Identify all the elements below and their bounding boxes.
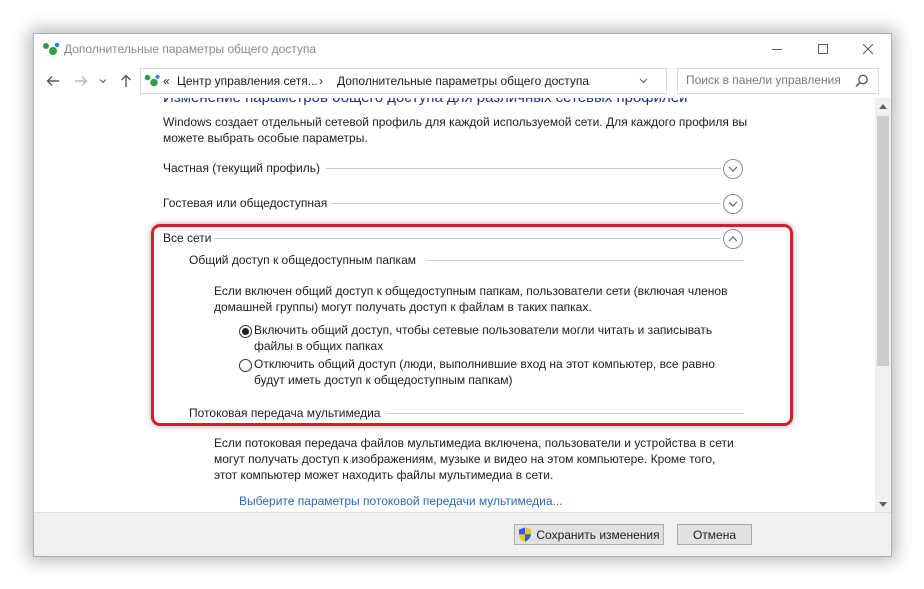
profile-all-networks-label[interactable]: Все сети xyxy=(163,231,212,245)
search-icon[interactable] xyxy=(854,73,870,89)
expand-private-button[interactable] xyxy=(723,159,743,179)
breadcrumb-network-center[interactable]: Центр управления сетя... xyxy=(177,74,318,88)
option-disable-sharing-line1[interactable]: Отключить общий доступ (люди, выполнивши… xyxy=(254,357,715,371)
breadcrumb-current[interactable]: Дополнительные параметры общего доступа xyxy=(337,74,589,88)
public-folder-sharing-title: Общий доступ к общедоступным папкам xyxy=(189,253,416,267)
action-bar: Сохранить изменения Отмена xyxy=(34,512,891,556)
uac-shield-icon xyxy=(519,527,532,542)
chevron-down-icon xyxy=(639,78,647,84)
media-streaming-desc-line2: могут получать доступ к изображениям, му… xyxy=(214,452,716,466)
arrow-left-icon xyxy=(46,76,59,86)
scroll-up-button[interactable] xyxy=(875,98,891,114)
control-panel-window: Дополнительные параметры общего доступа xyxy=(33,33,892,557)
network-icon xyxy=(43,42,60,55)
option-disable-sharing-line2[interactable]: будут иметь доступ к общедоступным папка… xyxy=(254,373,513,387)
minimize-icon xyxy=(772,49,782,50)
maximize-icon xyxy=(818,44,828,54)
recent-locations-button[interactable] xyxy=(96,70,110,92)
close-button[interactable] xyxy=(845,34,891,64)
separator xyxy=(426,260,744,261)
profile-guest-label[interactable]: Гостевая или общедоступная xyxy=(163,196,327,210)
media-streaming-options-link[interactable]: Выберите параметры потоковой передачи му… xyxy=(239,494,563,508)
intro-text-line2: можете выбрать особые параметры. xyxy=(163,131,368,145)
collapse-all-networks-button[interactable] xyxy=(723,229,743,249)
navigation-bar: « Центр управления сетя... › Дополнитель… xyxy=(34,64,891,98)
cancel-button[interactable]: Отмена xyxy=(677,524,752,545)
search-box[interactable] xyxy=(677,68,879,94)
save-changes-label: Сохранить изменения xyxy=(536,527,660,542)
public-folder-desc-line1: Если включен общий доступ к общедоступны… xyxy=(214,284,728,298)
chevron-down-icon xyxy=(728,166,738,172)
option-enable-sharing-line1[interactable]: Включить общий доступ, чтобы сетевые пол… xyxy=(254,323,712,337)
separator xyxy=(326,168,721,169)
maximize-button[interactable] xyxy=(800,34,846,64)
media-streaming-title: Потоковая передача мультимедиа xyxy=(189,406,381,420)
save-changes-button[interactable]: Сохранить изменения xyxy=(514,524,664,545)
radio-disable-sharing[interactable] xyxy=(239,359,252,372)
search-input[interactable] xyxy=(678,69,854,91)
vertical-scrollbar[interactable] xyxy=(875,98,891,512)
caret-up-icon xyxy=(879,103,887,109)
expand-guest-button[interactable] xyxy=(723,194,743,214)
content-pane: Изменение параметров общего доступа для … xyxy=(34,98,875,512)
media-streaming-desc-line1: Если потоковая передача файлов мультимед… xyxy=(214,436,734,450)
back-button[interactable] xyxy=(42,70,64,92)
arrow-up-icon xyxy=(121,74,131,87)
radio-enable-sharing[interactable] xyxy=(239,325,252,338)
separator xyxy=(331,203,721,204)
profile-private-label[interactable]: Частная (текущий профиль) xyxy=(163,161,320,175)
option-enable-sharing-line2[interactable]: файлы в общих папках xyxy=(254,339,383,353)
intro-text-line1: Windows создает отдельный сетевой профил… xyxy=(163,115,748,129)
breadcrumb-overflow[interactable]: « xyxy=(163,74,170,88)
chevron-down-icon xyxy=(728,201,738,207)
media-streaming-desc-line3: этот компьютер может находить файлы муль… xyxy=(214,468,554,482)
chevron-up-icon xyxy=(728,236,738,242)
caret-down-icon xyxy=(879,501,887,507)
chevron-down-icon xyxy=(99,79,107,84)
title-bar: Дополнительные параметры общего доступа xyxy=(34,34,891,64)
scroll-down-button[interactable] xyxy=(875,496,891,512)
address-bar[interactable]: « Центр управления сетя... › Дополнитель… xyxy=(140,68,768,94)
separator xyxy=(214,238,721,239)
breadcrumb-separator[interactable]: › xyxy=(319,74,323,88)
network-icon xyxy=(144,74,160,87)
arrow-right-icon xyxy=(75,76,88,86)
public-folder-desc-line2: домашней группы) могут получать доступ к… xyxy=(214,300,592,314)
minimize-button[interactable] xyxy=(754,34,800,64)
page-heading: Изменение параметров общего доступа для … xyxy=(163,98,687,106)
window-title: Дополнительные параметры общего доступа xyxy=(64,42,317,56)
close-icon xyxy=(863,44,873,54)
address-dropdown-button[interactable] xyxy=(635,69,651,93)
scrollbar-thumb[interactable] xyxy=(877,116,889,366)
forward-button[interactable] xyxy=(70,70,92,92)
up-button[interactable] xyxy=(115,70,137,92)
separator xyxy=(386,413,744,414)
